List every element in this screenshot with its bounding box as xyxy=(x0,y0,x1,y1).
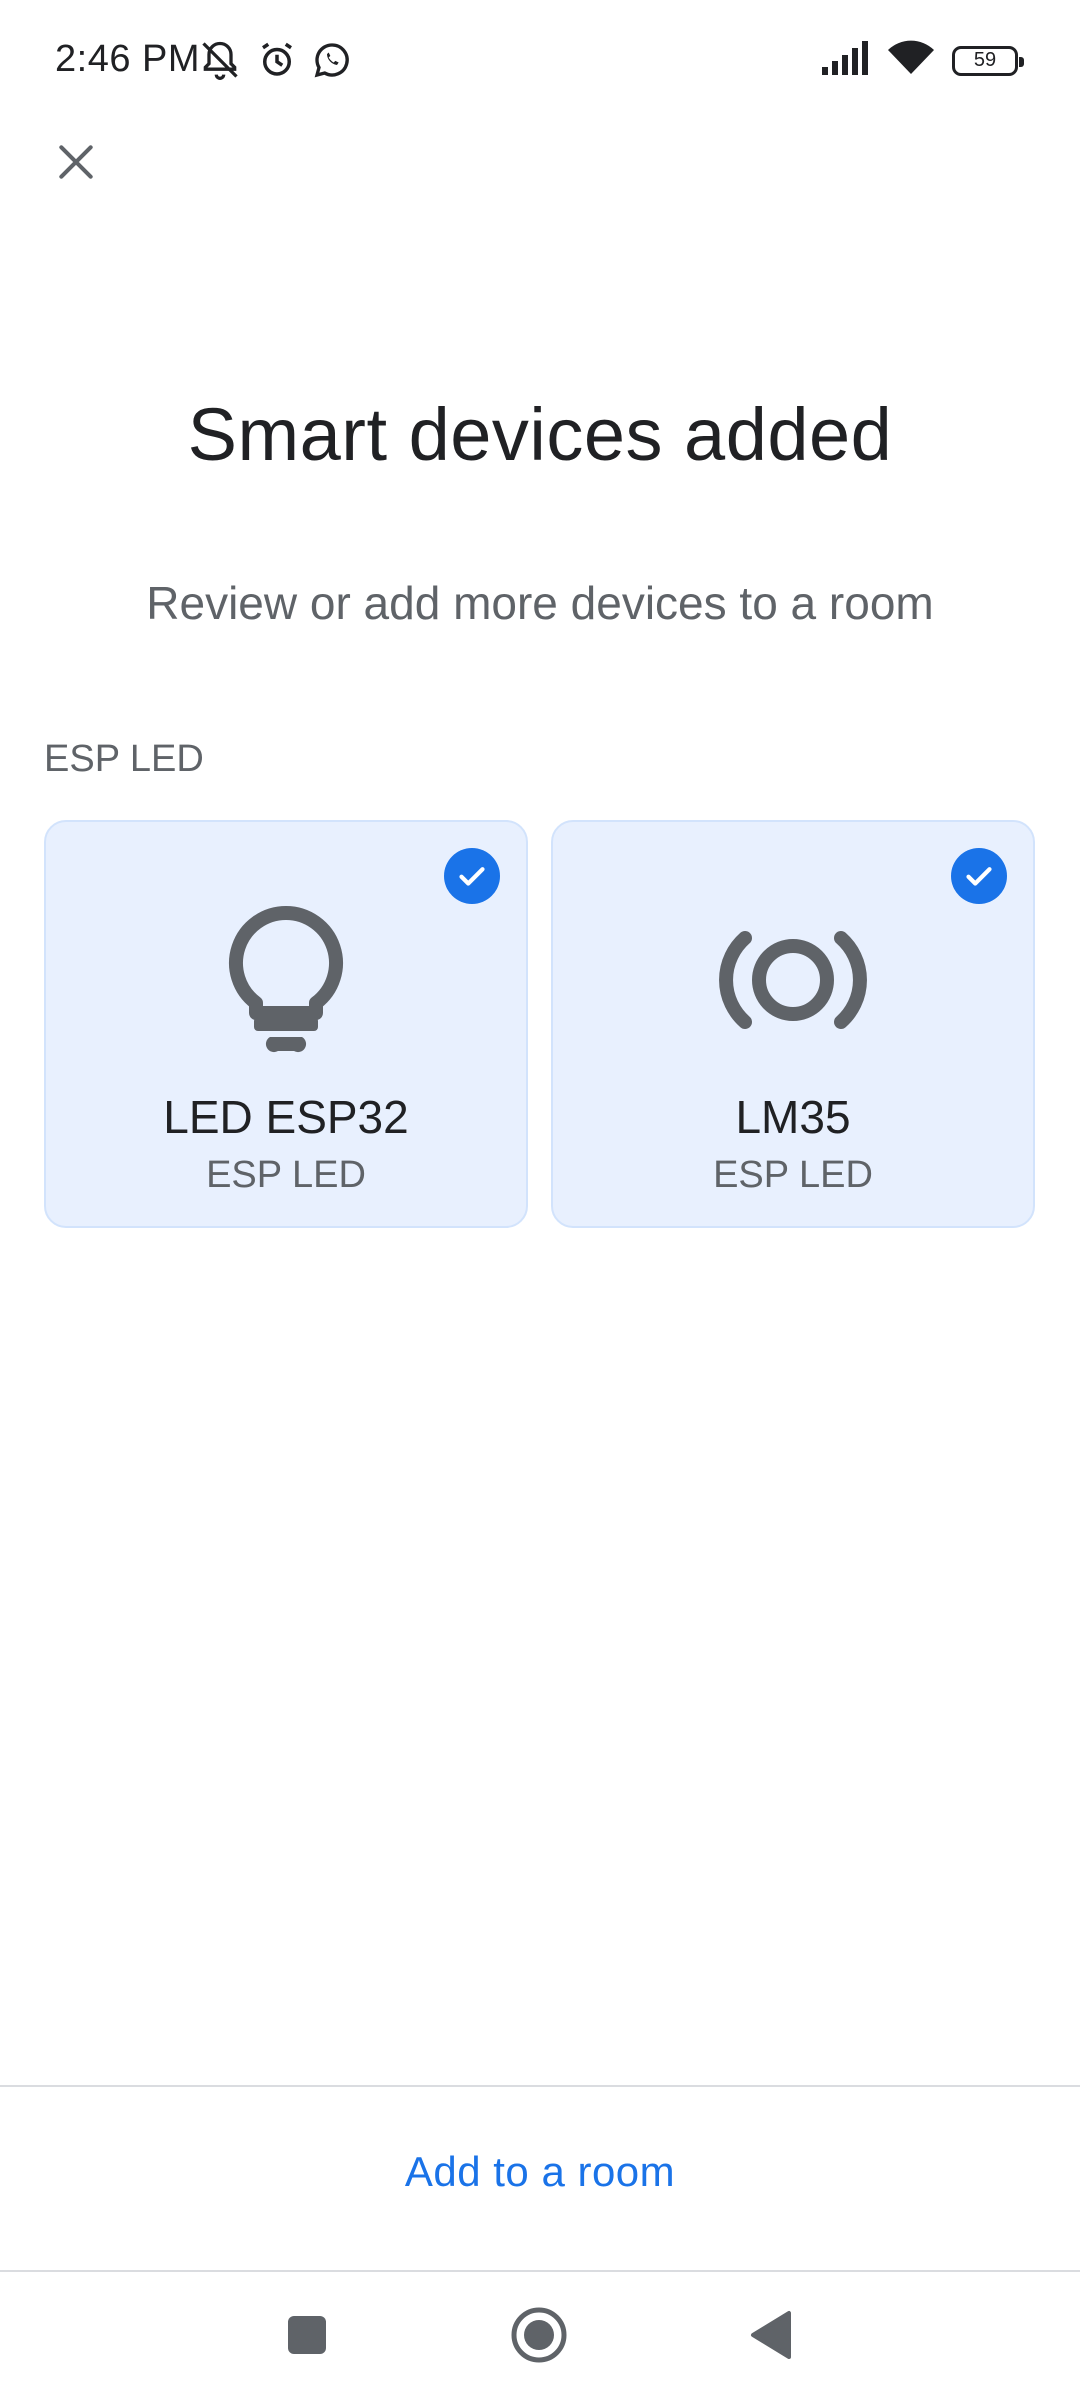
device-room: ESP LED xyxy=(713,1154,873,1196)
close-button[interactable] xyxy=(44,132,108,196)
recents-icon xyxy=(285,2313,329,2362)
battery-level: 59 xyxy=(973,49,997,71)
alarm-icon xyxy=(256,39,298,86)
home-icon xyxy=(510,2306,568,2369)
back-button[interactable] xyxy=(736,2302,806,2372)
battery-icon: 59 xyxy=(952,45,1024,76)
device-room: ESP LED xyxy=(206,1154,366,1196)
notification-icons xyxy=(198,38,352,87)
wifi-icon xyxy=(888,40,934,81)
check-icon xyxy=(951,848,1007,904)
close-icon xyxy=(54,140,98,189)
sensor-icon xyxy=(713,900,873,1060)
back-icon xyxy=(749,2310,793,2365)
room-section-label: ESP LED xyxy=(44,738,204,780)
home-button[interactable] xyxy=(504,2302,574,2372)
status-bar: 2:46 PM 59 xyxy=(0,0,1080,120)
signal-icon xyxy=(822,41,870,80)
device-name: LM35 xyxy=(735,1091,851,1143)
divider xyxy=(0,2085,1080,2087)
device-setup-screen: 2:46 PM 59 Smart devices added Review or… xyxy=(0,0,1080,2400)
mute-bell-icon xyxy=(198,38,242,87)
system-icons: 59 xyxy=(822,40,1024,81)
add-to-room-button[interactable]: Add to a room xyxy=(0,2148,1080,2196)
device-card-led-esp32[interactable]: LED ESP32 ESP LED xyxy=(44,820,528,1228)
page-subtitle: Review or add more devices to a room xyxy=(146,577,934,629)
check-icon xyxy=(444,848,500,904)
lightbulb-icon xyxy=(206,900,366,1060)
navigation-bar xyxy=(0,2272,1080,2400)
device-card-lm35[interactable]: LM35 ESP LED xyxy=(551,820,1035,1228)
status-time: 2:46 PM xyxy=(55,38,201,80)
whatsapp-icon xyxy=(312,40,352,85)
recents-button[interactable] xyxy=(272,2302,342,2372)
device-name: LED ESP32 xyxy=(163,1091,409,1143)
page-title: Smart devices added xyxy=(187,393,893,476)
